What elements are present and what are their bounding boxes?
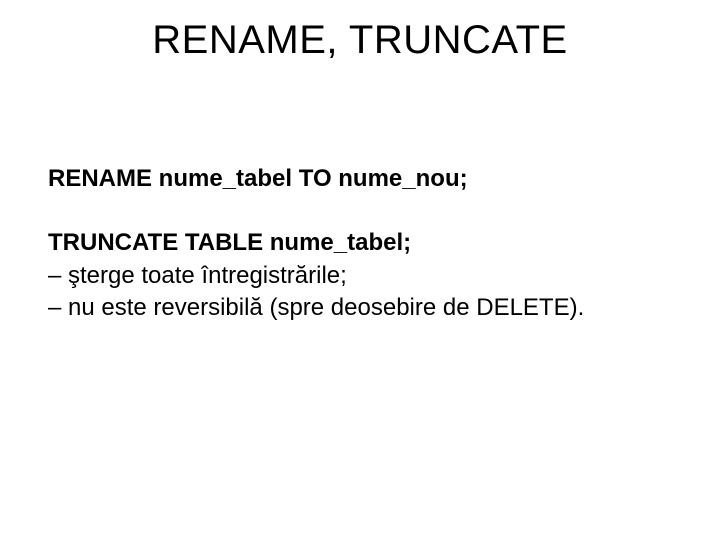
slide-title: RENAME, TRUNCATE xyxy=(48,18,672,63)
slide: RENAME, TRUNCATE RENAME nume_tabel TO nu… xyxy=(0,0,720,540)
truncate-note-2: – nu este reversibilă (spre deosebire de… xyxy=(48,292,672,324)
truncate-note-1: – şterge toate întregistrările; xyxy=(48,260,672,292)
slide-body: RENAME nume_tabel TO nume_nou; TRUNCATE … xyxy=(48,163,672,325)
truncate-syntax: TRUNCATE TABLE nume_tabel; xyxy=(48,227,672,259)
rename-syntax: RENAME nume_tabel TO nume_nou; xyxy=(48,163,672,195)
